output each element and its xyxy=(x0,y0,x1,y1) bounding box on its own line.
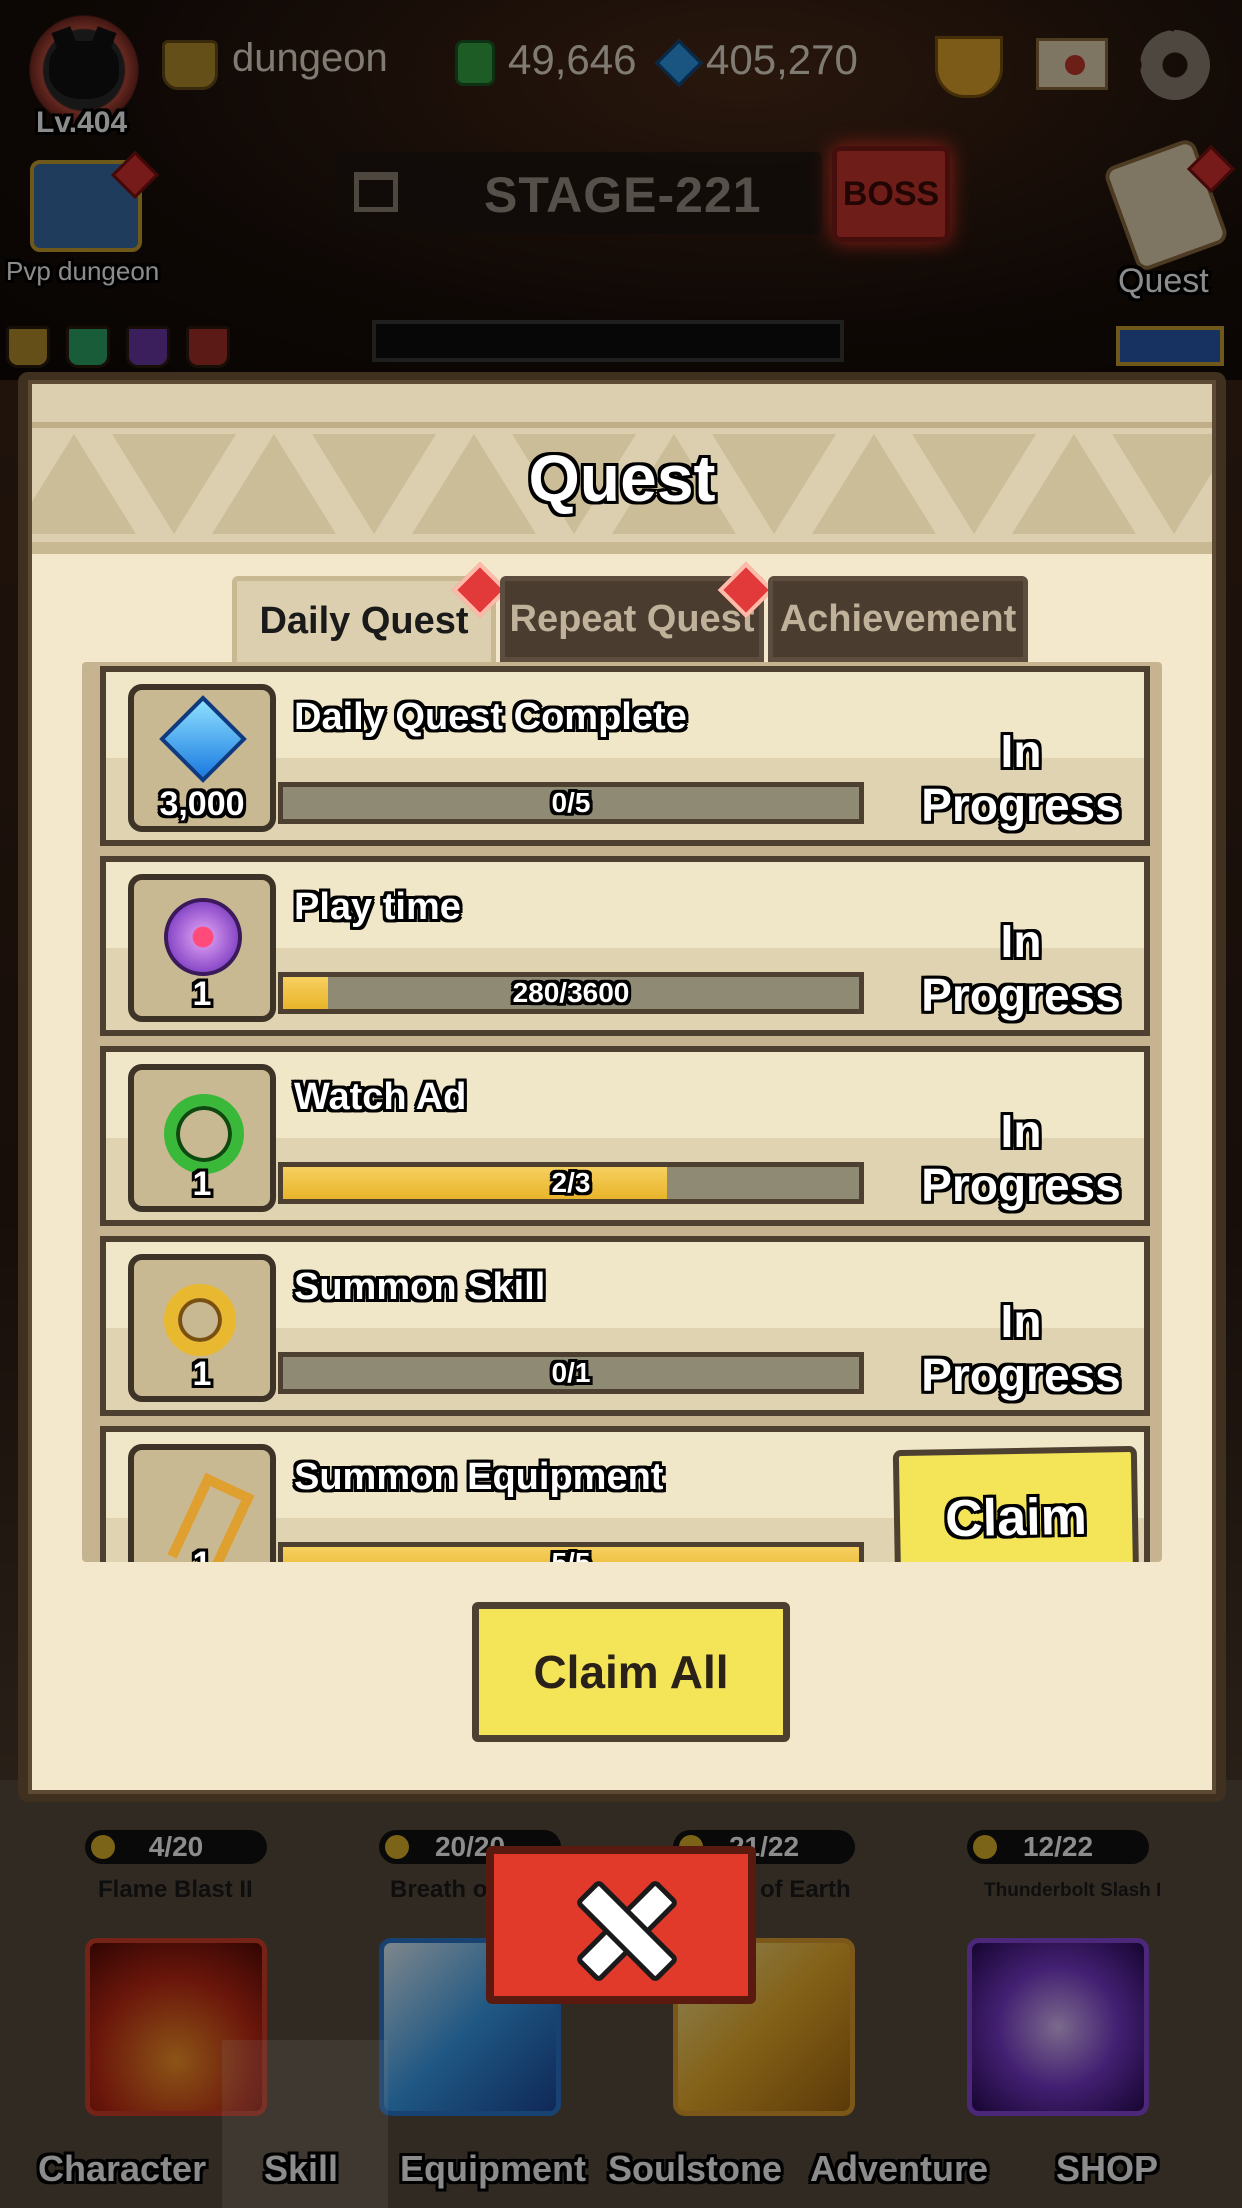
reward-count: 1 xyxy=(134,1545,270,1562)
blue-diamond-icon xyxy=(159,695,247,783)
quest-progress-bar: 0/5 xyxy=(278,782,864,824)
quest-progress-bar: 2/3 xyxy=(278,1162,864,1204)
quest-title: Watch Ad xyxy=(294,1076,467,1118)
quest-progress-text: 280/3600 xyxy=(512,977,630,1008)
quest-modal-header: Quest xyxy=(32,384,1212,554)
quest-title: Summon Skill xyxy=(294,1266,546,1308)
quest-progress-text: 5/5 xyxy=(283,1547,859,1562)
quest-progress-bar: 5/5 xyxy=(278,1542,864,1562)
quest-modal-panel: Quest Daily Quest Repeat Quest Achieveme… xyxy=(28,380,1216,1794)
quest-tabs: Daily Quest Repeat Quest Achievement xyxy=(32,561,1212,666)
quest-title: Summon Equipment xyxy=(294,1456,664,1498)
quest-modal: Quest Daily Quest Repeat Quest Achieveme… xyxy=(18,372,1226,1802)
quest-row: 1 Watch Ad 2/3 In Progress xyxy=(100,1046,1150,1226)
reward-count: 3,000 xyxy=(159,785,245,823)
reward-box: 1 xyxy=(128,1444,276,1562)
quest-title: Daily Quest Complete xyxy=(294,696,687,738)
quest-row: 1 Summon Equipment 5/5 Claim xyxy=(100,1426,1150,1562)
reward-count: 1 xyxy=(192,975,212,1013)
close-icon xyxy=(576,1880,666,1970)
quest-status: In Progress xyxy=(921,725,1121,831)
quest-progress-text: 0/1 xyxy=(551,1357,591,1388)
quest-progress-text: 0/5 xyxy=(551,787,591,818)
reward-box: 1 xyxy=(128,1064,276,1212)
reward-box: 1 xyxy=(128,1254,276,1402)
reward-count: 1 xyxy=(192,1355,212,1393)
reward-box: 1 xyxy=(128,874,276,1022)
quest-row: 1 Summon Skill 0/1 In Progress xyxy=(100,1236,1150,1416)
quest-status: In Progress xyxy=(921,915,1121,1021)
quest-row: 3,000 Daily Quest Complete 0/5 In Progre… xyxy=(100,666,1150,846)
reward-count: 1 xyxy=(192,1165,212,1203)
modal-title: Quest xyxy=(528,441,716,515)
quest-list[interactable]: 3,000 Daily Quest Complete 0/5 In Progre… xyxy=(82,662,1162,1562)
claim-button[interactable]: Claim xyxy=(892,1445,1140,1562)
close-button[interactable] xyxy=(486,1846,756,2004)
quest-row: 1 Play time 280/3600 In Progress xyxy=(100,856,1150,1036)
quest-progress-text: 2/3 xyxy=(551,1167,591,1198)
claim-all-button[interactable]: Claim All xyxy=(472,1602,790,1742)
green-key-icon xyxy=(164,1094,244,1174)
reward-box: 3,000 xyxy=(128,684,276,832)
purple-orb-key-icon xyxy=(164,898,242,976)
quest-title: Play time xyxy=(294,886,461,928)
quest-progress-bar: 280/3600 xyxy=(278,972,864,1014)
quest-status: In Progress xyxy=(921,1295,1121,1401)
gold-key-icon xyxy=(164,1284,236,1356)
quest-progress-bar: 0/1 xyxy=(278,1352,864,1394)
quest-status: In Progress xyxy=(921,1105,1121,1211)
tab-achievement[interactable]: Achievement xyxy=(768,576,1028,662)
